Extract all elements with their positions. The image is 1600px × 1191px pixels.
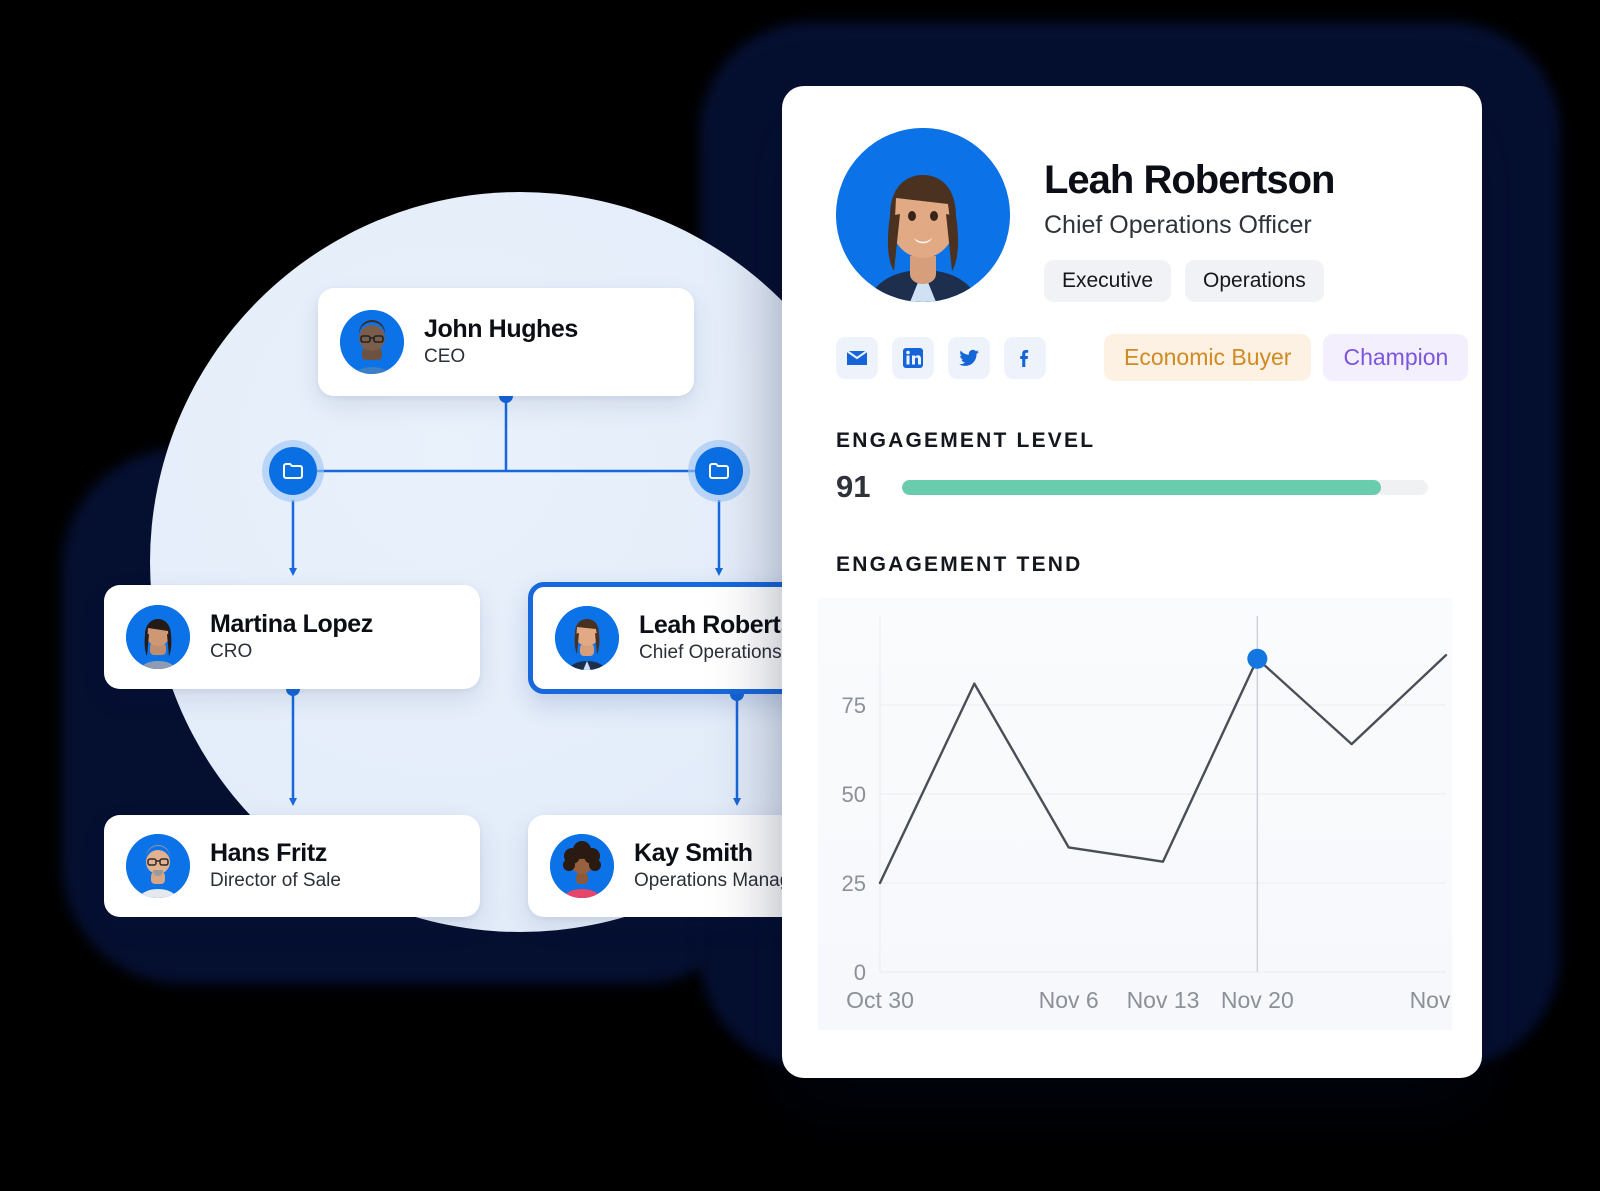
x-axis-tick-label: Oct 30 <box>846 987 914 1013</box>
tag-executive[interactable]: Executive <box>1044 260 1172 302</box>
org-node-name: Hans Fritz <box>210 838 327 867</box>
twitter-icon[interactable] <box>948 336 990 379</box>
avatar <box>126 605 190 669</box>
x-axis-tick-label: Nov 27 <box>1410 987 1452 1013</box>
avatar <box>340 310 404 374</box>
engagement-level-fill <box>902 479 1381 495</box>
org-node-role: Director of Sale <box>210 870 341 892</box>
y-axis-tick-label: 50 <box>842 782 866 807</box>
org-node-martina-lopez[interactable]: Martina Lopez CRO <box>104 585 480 689</box>
linkedin-icon[interactable] <box>892 336 934 379</box>
engagement-trend-label: ENGAGEMENT TEND <box>836 553 1083 576</box>
social-and-badges-row: Economic Buyer Champion <box>836 334 1469 381</box>
org-group-folder-left[interactable] <box>262 440 324 502</box>
y-axis-tick-label: 25 <box>842 871 866 896</box>
composite-illustration: John Hughes CEO Martina Lopez CRO Leah R… <box>0 0 1600 1191</box>
x-axis-tick-label: Nov 20 <box>1221 987 1294 1013</box>
org-node-john-hughes[interactable]: John Hughes CEO <box>318 288 694 396</box>
org-node-name: John Hughes <box>424 314 578 343</box>
x-axis-tick-label: Nov 13 <box>1127 987 1200 1013</box>
avatar <box>126 834 190 898</box>
org-group-folder-right[interactable] <box>688 440 750 502</box>
org-node-role: CRO <box>210 641 253 663</box>
x-axis-tick-label: Nov 6 <box>1039 987 1099 1013</box>
folder-icon <box>709 463 729 479</box>
org-node-hans-fritz[interactable]: Hans Fritz Director of Sale <box>104 815 480 917</box>
profile-avatar <box>836 128 1010 302</box>
chart-highlight-marker <box>1247 648 1268 669</box>
engagement-trend-plot: 0 25 50 75 Oct 30 Nov 6 Nov 13 Nov 20 Nov 27 <box>842 616 1452 1013</box>
engagement-level-value: 91 <box>836 469 871 504</box>
y-axis-tick-label: 75 <box>842 693 866 718</box>
tag-operations[interactable]: Operations <box>1185 260 1324 302</box>
profile-header: Leah Robertson Chief Operations Officer … <box>836 128 1428 302</box>
profile-job-title: Chief Operations Officer <box>1044 211 1312 239</box>
avatar <box>550 834 614 898</box>
engagement-trend-chart: 0 25 50 75 Oct 30 Nov 6 Nov 13 Nov 20 Nov 27 <box>818 598 1452 1030</box>
y-axis-tick-label: 0 <box>854 960 866 985</box>
role-badges: Economic Buyer Champion <box>1104 334 1469 381</box>
org-node-name: Martina Lopez <box>210 609 373 638</box>
badge-economic-buyer[interactable]: Economic Buyer <box>1104 334 1312 381</box>
page-title: Leah Robertson <box>1044 158 1335 202</box>
badge-champion[interactable]: Champion <box>1323 334 1469 381</box>
chart-line <box>878 653 1448 885</box>
org-node-role: CEO <box>424 346 466 368</box>
engagement-level-row: 91 <box>836 469 1428 505</box>
engagement-level-bar <box>902 479 1428 495</box>
profile-tags: Executive Operations <box>1044 260 1334 302</box>
engagement-level-label: ENGAGEMENT LEVEL <box>836 429 1096 452</box>
email-icon[interactable] <box>836 336 878 379</box>
folder-icon <box>283 463 303 479</box>
facebook-icon[interactable] <box>1004 336 1046 379</box>
avatar <box>555 606 619 670</box>
